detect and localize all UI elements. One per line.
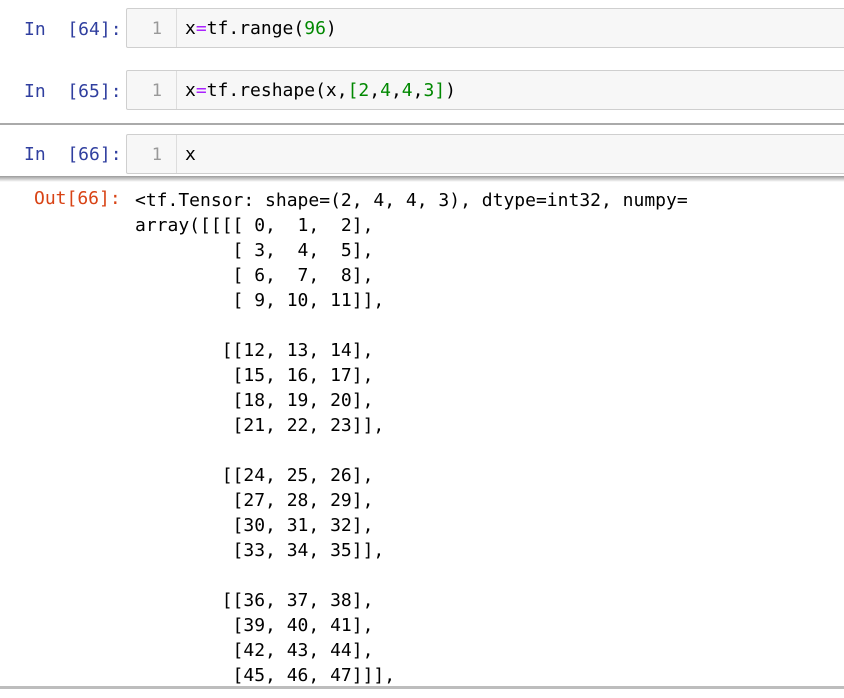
code-line[interactable]: x <box>185 144 196 166</box>
line-gutter: 1 <box>127 135 177 173</box>
code-editor[interactable]: 1 x <box>126 134 844 174</box>
code-token: 2 <box>358 80 370 101</box>
code-token: tf.reshape <box>206 80 316 101</box>
code-token: ) <box>445 80 457 101</box>
notebook: In [64]: 1 x=tf.range(96) In [65]: 1 x=t… <box>0 0 844 698</box>
code-token: 3 <box>423 80 435 101</box>
code-token: 96 <box>304 18 326 39</box>
code-token: , <box>369 80 381 101</box>
line-gutter: 1 <box>127 71 177 109</box>
output-text: <tf.Tensor: shape=(2, 4, 4, 3), dtype=in… <box>135 190 688 686</box>
code-cell-64[interactable]: In [64]: 1 x=tf.range(96) <box>0 0 844 60</box>
line-number: 1 <box>151 145 162 165</box>
code-token: , <box>412 80 424 101</box>
cell-bottom-border <box>0 686 844 689</box>
line-number: 1 <box>151 81 162 101</box>
output-scroll-shadow <box>0 176 844 182</box>
code-token: = <box>195 18 207 39</box>
code-token: ) <box>325 18 337 39</box>
line-gutter: 1 <box>127 9 177 47</box>
code-token: 4 <box>380 80 391 101</box>
code-token: x <box>185 144 196 165</box>
code-token: ] <box>434 80 446 101</box>
code-token: [ <box>347 80 359 101</box>
line-number: 1 <box>151 19 162 39</box>
output-area[interactable]: Out[66]: <tf.Tensor: shape=(2, 4, 4, 3),… <box>0 178 844 688</box>
code-editor[interactable]: 1 x=tf.reshape(x,[2,4,4,3]) <box>126 70 844 110</box>
code-token: 4 <box>401 80 413 101</box>
code-cell-65[interactable]: In [65]: 1 x=tf.reshape(x,[2,4,4,3]) <box>0 62 844 122</box>
code-token: x <box>185 80 196 101</box>
code-token: , <box>390 80 402 101</box>
code-cell-66[interactable]: In [66]: 1 x <box>0 126 844 178</box>
code-token: tf.range <box>206 18 294 39</box>
code-editor[interactable]: 1 x=tf.range(96) <box>126 8 844 48</box>
code-line[interactable]: x=tf.range(96) <box>185 18 337 40</box>
code-token: x <box>185 18 196 39</box>
cell-separator <box>0 123 844 125</box>
code-token: (x, <box>315 80 348 101</box>
code-token: = <box>195 80 207 101</box>
code-line[interactable]: x=tf.reshape(x,[2,4,4,3]) <box>185 80 456 102</box>
code-token: ( <box>293 18 305 39</box>
